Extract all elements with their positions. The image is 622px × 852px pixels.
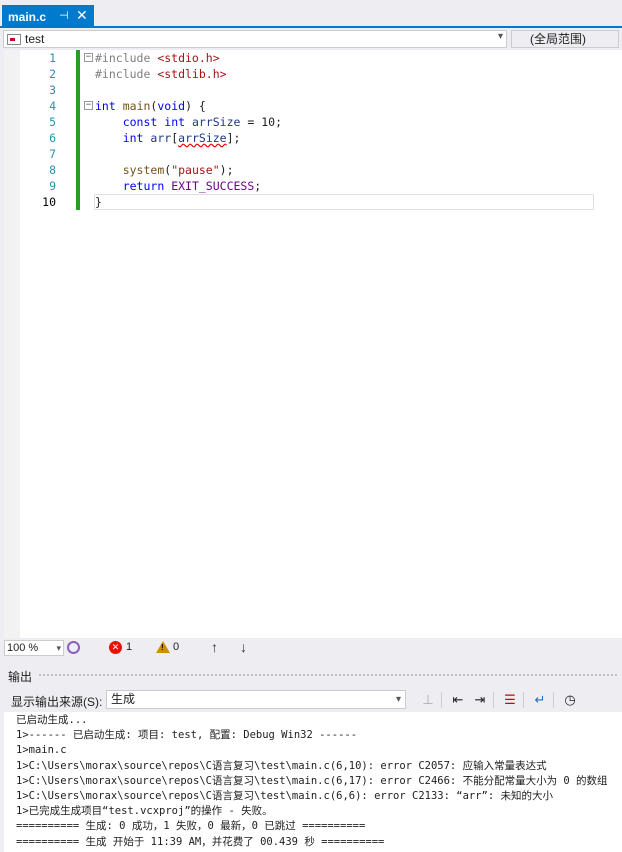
close-icon[interactable]: ✕ bbox=[76, 7, 88, 24]
line-number: 9 bbox=[49, 179, 56, 193]
code-line-8[interactable]: 8 system("pause"); bbox=[4, 162, 622, 178]
code-line-10[interactable]: 10 } bbox=[4, 194, 622, 210]
change-marker bbox=[76, 130, 80, 146]
change-marker bbox=[76, 146, 80, 162]
next-message-icon[interactable]: ⇥ bbox=[471, 691, 489, 709]
output-panel-header: 输出 bbox=[0, 663, 622, 685]
editor-status-bar: 100 % ▾ ✕ 1 ! 0 ↑ ↓ bbox=[0, 638, 622, 658]
change-marker bbox=[76, 162, 80, 178]
change-marker bbox=[76, 178, 80, 194]
previous-message-icon[interactable]: ⇤ bbox=[449, 691, 467, 709]
code-text: system("pause"); bbox=[122, 163, 234, 177]
code-line-3[interactable]: 3 bbox=[4, 82, 622, 98]
scope-dropdown[interactable]: (全局范围) bbox=[511, 30, 619, 48]
code-text: #include <stdio.h> bbox=[95, 51, 220, 65]
change-marker bbox=[76, 98, 80, 114]
code-line-7[interactable]: 7 bbox=[4, 146, 622, 162]
arrow-down-icon[interactable]: ↓ bbox=[240, 639, 247, 655]
code-text: int main(void) { bbox=[95, 99, 206, 113]
find-message-icon[interactable]: ⊥ bbox=[419, 691, 437, 709]
toolbar-separator bbox=[553, 692, 554, 708]
tab-title: main.c bbox=[8, 9, 47, 24]
panel-drag-handle[interactable] bbox=[38, 673, 618, 677]
error-icon[interactable]: ✕ bbox=[109, 641, 122, 654]
code-line-1[interactable]: 1 − #include <stdio.h> bbox=[4, 50, 622, 66]
output-line: 已启动生成... bbox=[16, 714, 88, 726]
output-line: 1>C:\Users\morax\source\repos\C语言复习\test… bbox=[16, 790, 554, 803]
output-line: 1>C:\Users\morax\source\repos\C语言复习\test… bbox=[16, 759, 547, 772]
line-number: 8 bbox=[49, 163, 56, 177]
fold-collapse-icon[interactable]: − bbox=[84, 101, 93, 110]
error-squiggle: arrSize bbox=[178, 131, 227, 145]
tab-main-c[interactable]: main.c ⊣ ✕ bbox=[2, 5, 94, 28]
error-count[interactable]: 1 bbox=[126, 641, 132, 653]
chevron-down-icon[interactable]: ▾ bbox=[56, 641, 61, 655]
change-marker bbox=[76, 66, 80, 82]
line-number: 2 bbox=[49, 67, 56, 81]
code-text: return EXIT_SUCCESS; bbox=[122, 179, 262, 193]
fold-collapse-icon[interactable]: − bbox=[84, 53, 93, 62]
output-line: ========== 生成 开始于 11:39 AM，并花费了 00.439 秒… bbox=[16, 835, 385, 848]
change-marker bbox=[76, 82, 80, 98]
code-line-6[interactable]: 6 int arr[arrSize]; bbox=[4, 130, 622, 146]
zoom-value: 100 % bbox=[7, 642, 39, 654]
line-number: 4 bbox=[49, 99, 56, 113]
output-source-select[interactable]: 生成 ▾ bbox=[106, 690, 406, 709]
line-number: 7 bbox=[49, 147, 56, 161]
project-icon bbox=[7, 33, 21, 45]
output-line: ========== 生成: 0 成功，1 失败，0 最新，0 已跳过 ====… bbox=[16, 820, 366, 833]
timestamp-clock-icon[interactable]: ◷ bbox=[561, 691, 579, 709]
project-dropdown[interactable]: test ▾ bbox=[3, 30, 507, 48]
output-toolbar: 显示输出来源(S): 生成 ▾ ⊥ ⇤ ⇥ ☰ ↵ ◷ bbox=[0, 688, 622, 712]
toolbar-separator bbox=[493, 692, 494, 708]
toolbar-separator bbox=[523, 692, 524, 708]
output-source-value: 生成 bbox=[111, 692, 136, 706]
change-marker bbox=[76, 194, 80, 210]
project-name: test bbox=[25, 32, 45, 46]
line-number: 10 bbox=[42, 195, 56, 209]
pin-icon[interactable]: ⊣ bbox=[59, 9, 69, 22]
code-line-9[interactable]: 9 return EXIT_SUCCESS; bbox=[4, 178, 622, 194]
output-text-area[interactable]: 已启动生成... 1>------ 已启动生成: 项目: test, 配置: D… bbox=[4, 712, 622, 852]
output-title: 输出 bbox=[8, 670, 33, 684]
word-wrap-icon[interactable]: ↵ bbox=[531, 691, 549, 709]
toolbar-separator bbox=[441, 692, 442, 708]
arrow-up-icon[interactable]: ↑ bbox=[211, 639, 218, 655]
code-line-5[interactable]: 5 const int arrSize = 10; bbox=[4, 114, 622, 130]
current-line-highlight bbox=[94, 194, 594, 210]
output-line: 1>C:\Users\morax\source\repos\C语言复习\test… bbox=[16, 774, 608, 787]
code-editor[interactable]: 1 − #include <stdio.h> 2 #include <stdli… bbox=[4, 50, 622, 638]
output-line: 1>main.c bbox=[16, 744, 67, 757]
navigation-bar: test ▾ (全局范围) bbox=[0, 30, 622, 49]
chevron-down-icon[interactable]: ▾ bbox=[498, 31, 503, 42]
change-marker bbox=[76, 50, 80, 66]
output-source-label: 显示输出来源(S): bbox=[11, 695, 103, 709]
chevron-down-icon[interactable]: ▾ bbox=[396, 691, 401, 708]
line-number: 3 bbox=[49, 83, 56, 97]
code-text: #include <stdlib.h> bbox=[95, 67, 227, 81]
output-line: 1>已完成生成项目“test.vcxproj”的操作 - 失败。 bbox=[16, 805, 273, 818]
code-text: const int arrSize = 10; bbox=[122, 115, 282, 129]
document-tab-bar: main.c ⊣ ✕ bbox=[0, 0, 622, 28]
line-number: 5 bbox=[49, 115, 56, 129]
line-number: 1 bbox=[49, 51, 56, 65]
code-line-2[interactable]: 2 #include <stdlib.h> bbox=[4, 66, 622, 82]
code-line-4[interactable]: 4 − int main(void) { bbox=[4, 98, 622, 114]
line-number: 6 bbox=[49, 131, 56, 145]
output-line: 1>------ 已启动生成: 项目: test, 配置: Debug Win3… bbox=[16, 729, 358, 742]
code-text: int arr[arrSize]; bbox=[122, 131, 241, 145]
clear-all-icon[interactable]: ☰ bbox=[501, 691, 519, 709]
code-health-icon[interactable] bbox=[67, 641, 80, 654]
warning-count[interactable]: 0 bbox=[173, 641, 179, 653]
warning-icon[interactable]: ! bbox=[156, 641, 170, 653]
change-marker bbox=[76, 114, 80, 130]
code-text: } bbox=[95, 195, 102, 209]
zoom-select[interactable]: 100 % ▾ bbox=[4, 640, 64, 656]
